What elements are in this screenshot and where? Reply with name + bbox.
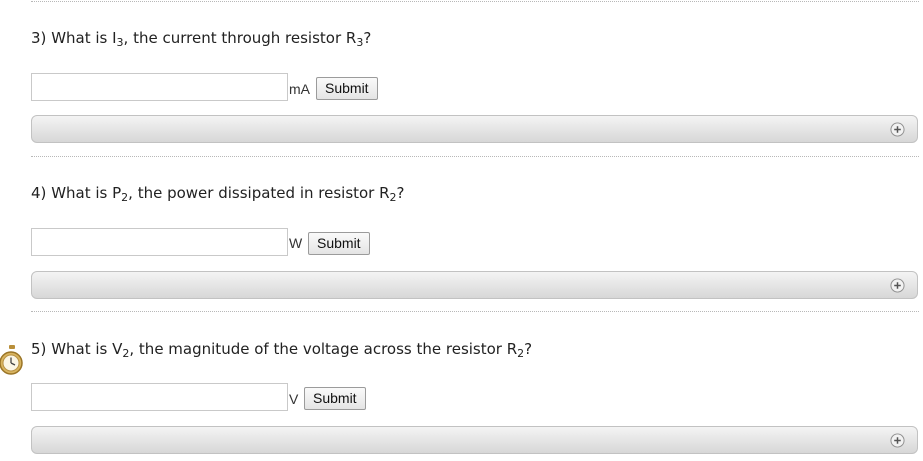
question-number: 5): [31, 340, 47, 358]
question-text: , the magnitude of the voltage across th…: [129, 340, 518, 358]
unit-label-q3: mA: [289, 81, 310, 97]
question-text: ?: [524, 340, 533, 358]
hint-expand-bar-q5[interactable]: [31, 426, 918, 454]
answer-input-q3[interactable]: [31, 73, 288, 101]
submit-button-q3[interactable]: Submit: [316, 77, 378, 100]
unit-label-q4: W: [289, 235, 303, 251]
divider-q4: [31, 311, 919, 312]
question-text: , the power dissipated in resistor R: [128, 184, 390, 202]
hint-expand-bar-q4[interactable]: [31, 271, 918, 299]
question-text: ?: [396, 184, 405, 202]
question-number: 4): [31, 184, 47, 202]
plus-circle-icon[interactable]: [890, 433, 905, 448]
question-text: What is P: [51, 184, 122, 202]
question-text: What is V: [51, 340, 123, 358]
question-4-text: 4) What is P 2, the power dissipated in r…: [31, 184, 405, 204]
question-5-text: 5) What is V2, the magnitude of the volt…: [31, 340, 533, 359]
question-text: ?: [363, 29, 372, 47]
answer-input-q4[interactable]: [31, 228, 288, 256]
plus-circle-icon[interactable]: [890, 278, 905, 293]
answer-input-q5[interactable]: [31, 383, 288, 411]
stopwatch-icon[interactable]: [0, 344, 24, 376]
question-text: , the current through resistor R: [123, 29, 357, 47]
hint-expand-bar-q3[interactable]: [31, 115, 918, 143]
divider-top: [31, 1, 919, 2]
subscript: 3: [116, 36, 124, 49]
question-text: What is I: [51, 29, 117, 47]
question-number: 3): [31, 29, 47, 47]
question-3-text: 3) What is I3, the current through resis…: [31, 29, 372, 49]
submit-button-q4[interactable]: Submit: [308, 232, 370, 255]
subscript: 2: [389, 191, 397, 204]
divider-q3: [31, 156, 919, 157]
submit-button-q5[interactable]: Submit: [304, 387, 366, 410]
unit-label-q5: V: [289, 391, 299, 407]
plus-circle-icon[interactable]: [890, 122, 905, 137]
